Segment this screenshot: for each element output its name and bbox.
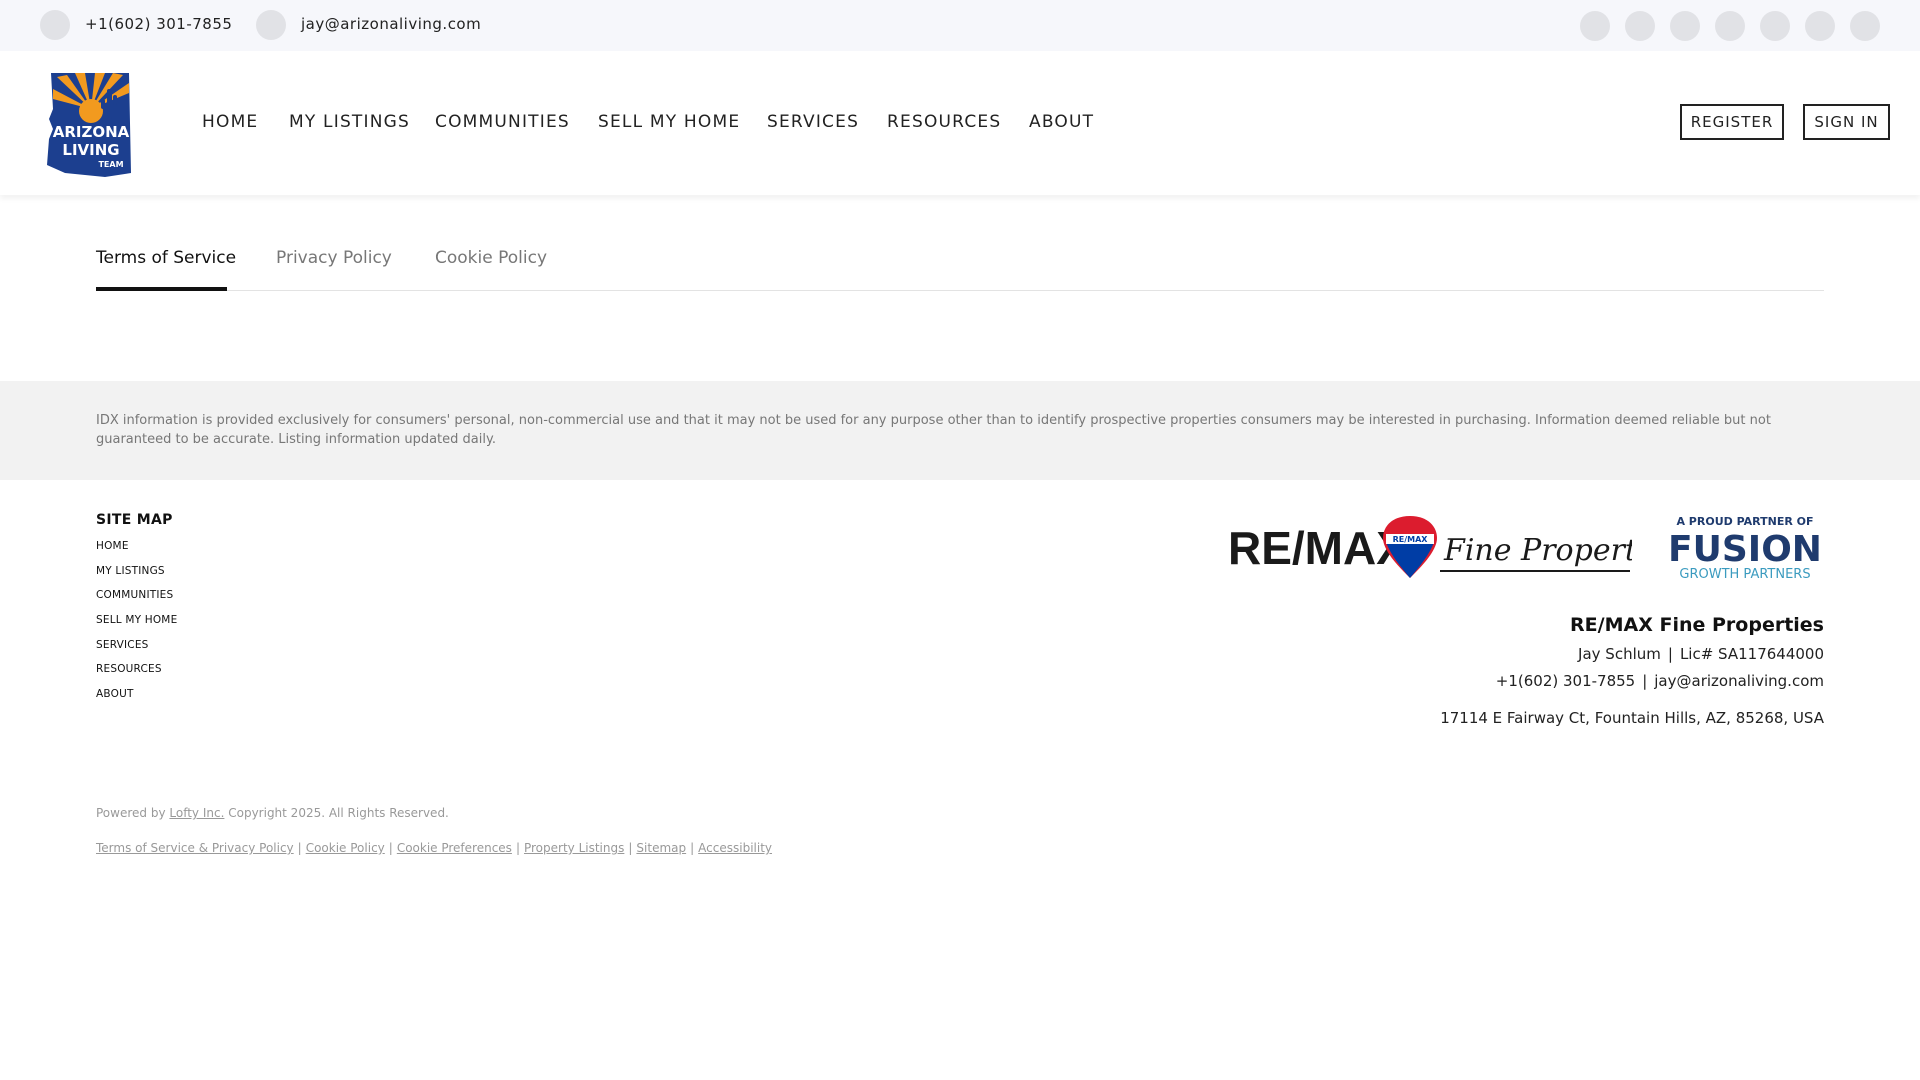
social-icon-6[interactable]	[1805, 11, 1835, 41]
nav-services[interactable]: SERVICES	[767, 112, 859, 132]
phone-icon	[40, 10, 70, 40]
legal-links: Terms of Service & Privacy Policy | Cookie…	[96, 841, 772, 855]
social-icon-4[interactable]	[1715, 11, 1745, 41]
remax-fine-properties-logo: RE/MAX RE/MAX Fine Properties	[1228, 516, 1632, 578]
agent-license-line: Jay Schlum | Lic# SA117644000	[1578, 645, 1824, 663]
site-header: ARIZONA LIVING TEAM HOME MY LISTINGS COM…	[0, 51, 1920, 195]
register-button[interactable]: REGISTER	[1680, 104, 1784, 140]
legal-link-terms-privacy[interactable]: Terms of Service & Privacy Policy	[96, 841, 294, 855]
fusion-top-text: A PROUD PARTNER OF	[1676, 515, 1813, 528]
nav-sell-my-home[interactable]: SELL MY HOME	[598, 112, 740, 132]
legal-link-accessibility[interactable]: Accessibility	[698, 841, 772, 855]
logo-text-living: LIVING	[62, 141, 119, 159]
agent-name: Jay Schlum	[1578, 645, 1661, 663]
active-tab-indicator	[96, 287, 227, 291]
sitemap-about[interactable]: ABOUT	[96, 688, 134, 700]
disclaimer-text: IDX information is provided exclusively …	[96, 413, 1771, 447]
remax-wordmark: RE/MAX	[1228, 522, 1407, 574]
sitemap-resources[interactable]: RESOURCES	[96, 663, 162, 675]
fusion-growth-partners-logo: A PROUD PARTNER OF FUSION GROWTH PARTNER…	[1668, 515, 1822, 581]
sitemap-services[interactable]: SERVICES	[96, 639, 149, 651]
legal-link-cookie-preferences[interactable]: Cookie Preferences	[397, 841, 512, 855]
logo-text-arizona: ARIZONA	[53, 123, 130, 141]
balloon-text: RE/MAX	[1393, 535, 1429, 544]
footer-email[interactable]: jay@arizonaliving.com	[1654, 672, 1824, 690]
nav-resources[interactable]: RESOURCES	[887, 112, 1001, 132]
separator: |	[515, 841, 520, 855]
legal-link-cookie-policy[interactable]: Cookie Policy	[306, 841, 385, 855]
social-icon-7[interactable]	[1850, 11, 1880, 41]
sitemap-my-listings[interactable]: MY LISTINGS	[96, 565, 165, 577]
nav-about[interactable]: ABOUT	[1029, 112, 1094, 132]
idx-disclaimer: IDX information is provided exclusively …	[0, 381, 1920, 480]
arizona-living-logo[interactable]: ARIZONA LIVING TEAM	[45, 69, 137, 179]
tab-cookie-policy[interactable]: Cookie Policy	[435, 248, 547, 268]
separator: |	[388, 841, 393, 855]
powered-prefix: Powered by	[96, 806, 166, 820]
policy-tabs: Terms of Service Privacy Policy Cookie P…	[96, 240, 1824, 291]
nav-my-listings[interactable]: MY LISTINGS	[289, 112, 410, 132]
email-icon	[256, 10, 286, 40]
tab-privacy-policy[interactable]: Privacy Policy	[276, 248, 392, 268]
footer-phone[interactable]: +1(602) 301-7855	[1496, 672, 1635, 690]
fine-properties-script: Fine Properties	[1443, 533, 1632, 568]
sitemap-title: SITE MAP	[96, 512, 173, 528]
fusion-bottom-text: GROWTH PARTNERS	[1679, 567, 1810, 581]
fusion-main-text: FUSION	[1668, 529, 1822, 570]
copyright-text: Copyright 2025. All Rights Reserved.	[228, 806, 449, 820]
office-address: 17114 E Fairway Ct, Fountain Hills, AZ, …	[1440, 709, 1824, 727]
topbar-phone[interactable]: +1(602) 301-7855	[85, 15, 232, 33]
topbar-email[interactable]: jay@arizonaliving.com	[301, 15, 481, 33]
sitemap-sell-my-home[interactable]: SELL MY HOME	[96, 614, 177, 626]
nav-home[interactable]: HOME	[202, 112, 258, 132]
license-number: Lic# SA117644000	[1679, 645, 1824, 663]
legal-link-property-listings[interactable]: Property Listings	[524, 841, 624, 855]
top-contact-bar: +1(602) 301-7855 jay@arizonaliving.com	[0, 0, 1920, 51]
nav-communities[interactable]: COMMUNITIES	[435, 112, 570, 132]
separator: |	[1667, 645, 1673, 663]
social-icon-1[interactable]	[1580, 11, 1610, 41]
powered-by-line: Powered by Lofty Inc. Copyright 2025. Al…	[96, 806, 449, 820]
separator: |	[628, 841, 633, 855]
social-icon-3[interactable]	[1670, 11, 1700, 41]
separator: |	[690, 841, 695, 855]
agent-contact-line: +1(602) 301-7855 | jay@arizonaliving.com	[1496, 672, 1824, 690]
separator: |	[1642, 672, 1648, 690]
legal-link-sitemap[interactable]: Sitemap	[636, 841, 686, 855]
sitemap-communities[interactable]: COMMUNITIES	[96, 589, 173, 601]
tab-terms-of-service[interactable]: Terms of Service	[96, 248, 236, 268]
sign-in-button[interactable]: SIGN IN	[1803, 104, 1890, 140]
social-icon-5[interactable]	[1760, 11, 1790, 41]
separator: |	[297, 841, 302, 855]
sitemap-home[interactable]: HOME	[96, 540, 129, 552]
lofty-link[interactable]: Lofty Inc.	[169, 806, 224, 820]
social-icon-2[interactable]	[1625, 11, 1655, 41]
brokerage-name: RE/MAX Fine Properties	[1570, 614, 1824, 636]
logo-text-team: TEAM	[98, 160, 123, 169]
